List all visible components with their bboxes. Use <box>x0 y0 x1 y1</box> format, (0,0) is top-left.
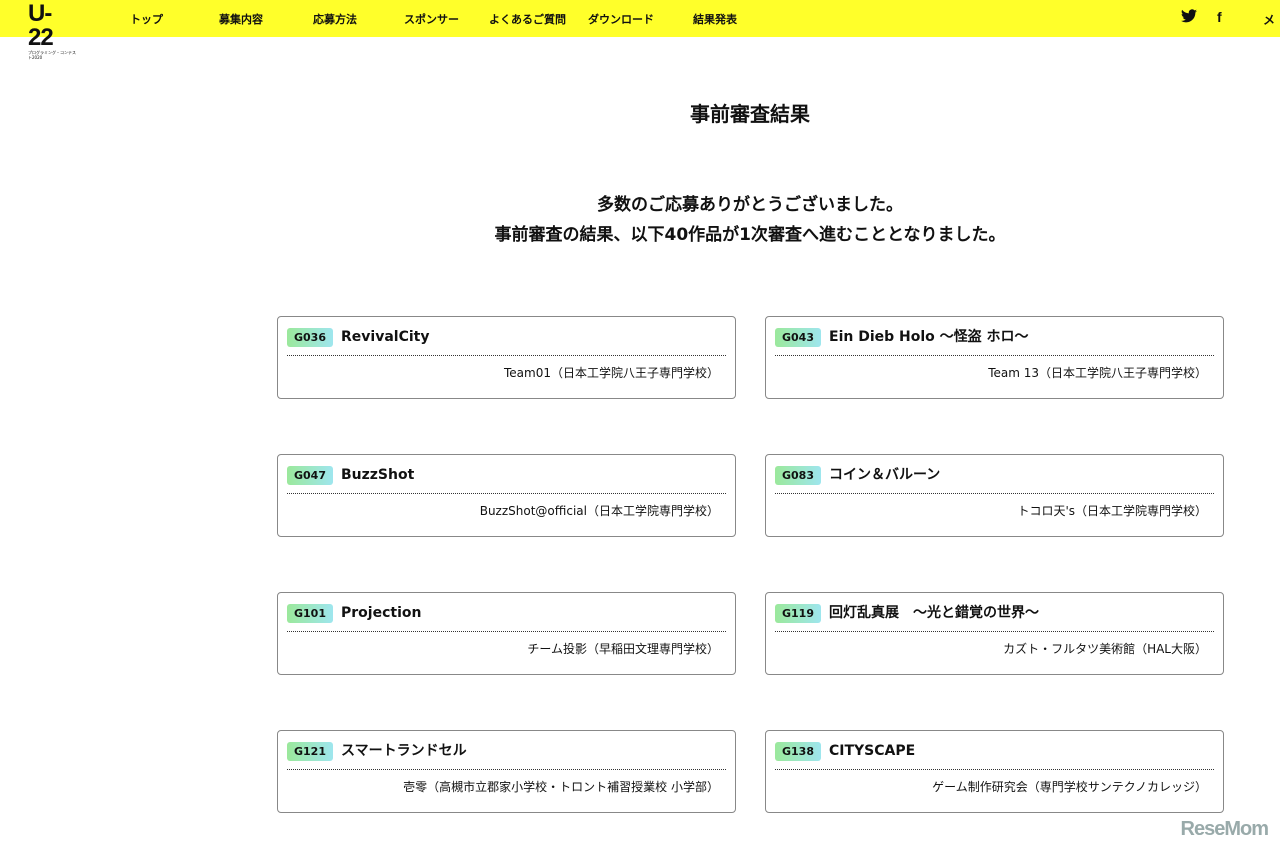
entry-card: G101 Projection チーム投影（早稲田文理専門学校） <box>277 592 736 675</box>
entry-title: Projection <box>341 605 422 621</box>
nav-top[interactable]: トップ <box>130 11 163 27</box>
entry-id-badge: G083 <box>775 466 821 485</box>
nav-how-to-apply[interactable]: 応募方法 <box>313 11 357 27</box>
entry-team: ゲーム制作研究会（専門学校サンテクノカレッジ） <box>932 780 1207 794</box>
entry-id-badge: G121 <box>287 742 333 761</box>
entry-header: G047 BuzzShot <box>287 466 726 494</box>
entry-team: トコロ天's（日本工学院専門学校） <box>1017 504 1207 518</box>
nav-mail-cut[interactable]: メ <box>1263 11 1275 28</box>
entry-header: G119 回灯乱真展 ～光と錯覚の世界～ <box>775 604 1214 632</box>
u22-logo[interactable]: U-22 プログラミング・コンテスト2020 <box>28 2 76 61</box>
nav-results[interactable]: 結果発表 <box>693 11 737 27</box>
entry-team: Team01（日本工学院八王子専門学校） <box>504 366 719 380</box>
entry-header: G083 コイン＆バルーン <box>775 466 1214 494</box>
entry-team: Team 13（日本工学院八王子専門学校） <box>988 366 1207 380</box>
entry-title: スマートランドセル <box>341 743 467 759</box>
entry-title: CITYSCAPE <box>829 743 916 759</box>
entry-title: コイン＆バルーン <box>829 467 941 483</box>
entry-title: BuzzShot <box>341 467 415 483</box>
page-title: 事前審査結果 <box>0 98 1280 127</box>
entry-team: カズト・フルタツ美術館（HAL大阪） <box>1003 642 1207 656</box>
entry-card: G138 CITYSCAPE ゲーム制作研究会（専門学校サンテクノカレッジ） <box>765 730 1224 813</box>
entry-id-badge: G119 <box>775 604 821 623</box>
entry-header: G138 CITYSCAPE <box>775 742 1214 770</box>
entry-title: 回灯乱真展 ～光と錯覚の世界～ <box>829 605 1039 621</box>
entry-id-badge: G036 <box>287 328 333 347</box>
entry-card: G083 コイン＆バルーントコロ天's（日本工学院専門学校） <box>765 454 1224 537</box>
nav-download[interactable]: ダウンロード <box>588 11 654 27</box>
nav-sponsors[interactable]: スポンサー <box>404 11 459 27</box>
nav-recruitment[interactable]: 募集内容 <box>219 11 263 27</box>
entry-team: チーム投影（早稲田文理専門学校） <box>527 642 719 656</box>
entry-card: G047 BuzzShot BuzzShot@official（日本工学院専門学校） <box>277 454 736 537</box>
entry-card: G121 スマートランドセル壱零（高槻市立郡家小学校・トロント補習授業校 小学部） <box>277 730 736 813</box>
resemom-watermark: ReseMom <box>1180 818 1269 840</box>
entry-team: 壱零（高槻市立郡家小学校・トロント補習授業校 小学部） <box>403 780 719 794</box>
twitter-icon[interactable] <box>1181 9 1197 27</box>
nav-faq[interactable]: よくあるご質問 <box>489 11 566 27</box>
entry-id-badge: G101 <box>287 604 333 623</box>
entry-header: G036 RevivalCity <box>287 328 726 356</box>
entry-card: G043 Ein Dieb Holo ～怪盗 ホロ～ Team 13（日本工学院八王… <box>765 316 1224 399</box>
facebook-icon[interactable]: f <box>1217 9 1222 25</box>
intro-line-2: 事前審査の結果、以下40作品が1次審査へ進むこととなりました。 <box>494 225 1006 245</box>
entry-title: Ein Dieb Holo ～怪盗 ホロ～ <box>829 329 1029 345</box>
entry-card: G119 回灯乱真展 ～光と錯覚の世界～ カズト・フルタツ美術館（HAL大阪） <box>765 592 1224 675</box>
entry-header: G101 Projection <box>287 604 726 632</box>
entry-header: G121 スマートランドセル <box>287 742 726 770</box>
entry-title: RevivalCity <box>341 329 430 345</box>
top-header: U-22 プログラミング・コンテスト2020 トップ 募集内容 応募方法 スポン… <box>0 0 1280 61</box>
entry-id-badge: G138 <box>775 742 821 761</box>
entry-id-badge: G043 <box>775 328 821 347</box>
entry-header: G043 Ein Dieb Holo ～怪盗 ホロ～ <box>775 328 1214 356</box>
intro-line-1: 多数のご応募ありがとうございました。 <box>597 195 903 215</box>
entry-id-badge: G047 <box>287 466 333 485</box>
entry-card: G036 RevivalCity Team01（日本工学院八王子専門学校） <box>277 316 736 399</box>
page-title-text: 事前審査結果 <box>690 102 810 126</box>
entry-team: BuzzShot@official（日本工学院専門学校） <box>479 504 719 518</box>
